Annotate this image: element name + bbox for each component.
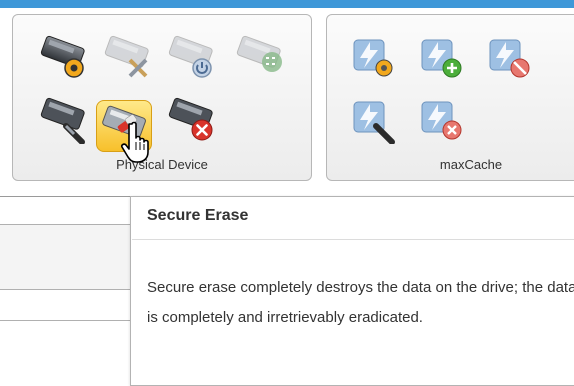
drive-tools-icon[interactable] (100, 32, 154, 80)
cache-delete-icon[interactable] (414, 96, 468, 144)
drive-locate-icon[interactable] (36, 96, 90, 144)
tooltip-body: Secure erase completely destroys the dat… (147, 279, 574, 326)
panel-divider (0, 289, 130, 290)
tooltip-title: Secure Erase (147, 207, 249, 224)
panel-header-row (0, 225, 130, 289)
cache-settings-icon[interactable] (346, 32, 400, 80)
secure-erase-tooltip: Secure Erase Secure erase completely des… (130, 196, 574, 386)
panel-divider (0, 320, 130, 321)
physical-device-group-label: Physical Device (116, 157, 208, 172)
cache-add-icon[interactable] (414, 32, 468, 80)
drive-settings-icon[interactable] (36, 32, 90, 80)
cache-disable-icon[interactable] (482, 32, 536, 80)
cache-locate-icon[interactable] (346, 96, 400, 144)
maxcache-group-label: maxCache (439, 157, 503, 172)
tooltip-separator (132, 239, 574, 240)
drive-delete-icon[interactable] (164, 96, 218, 144)
drive-binary-icon[interactable] (232, 32, 286, 80)
drive-power-icon[interactable] (164, 32, 218, 80)
top-accent-bar (0, 0, 574, 8)
hand-cursor-icon (120, 120, 160, 166)
